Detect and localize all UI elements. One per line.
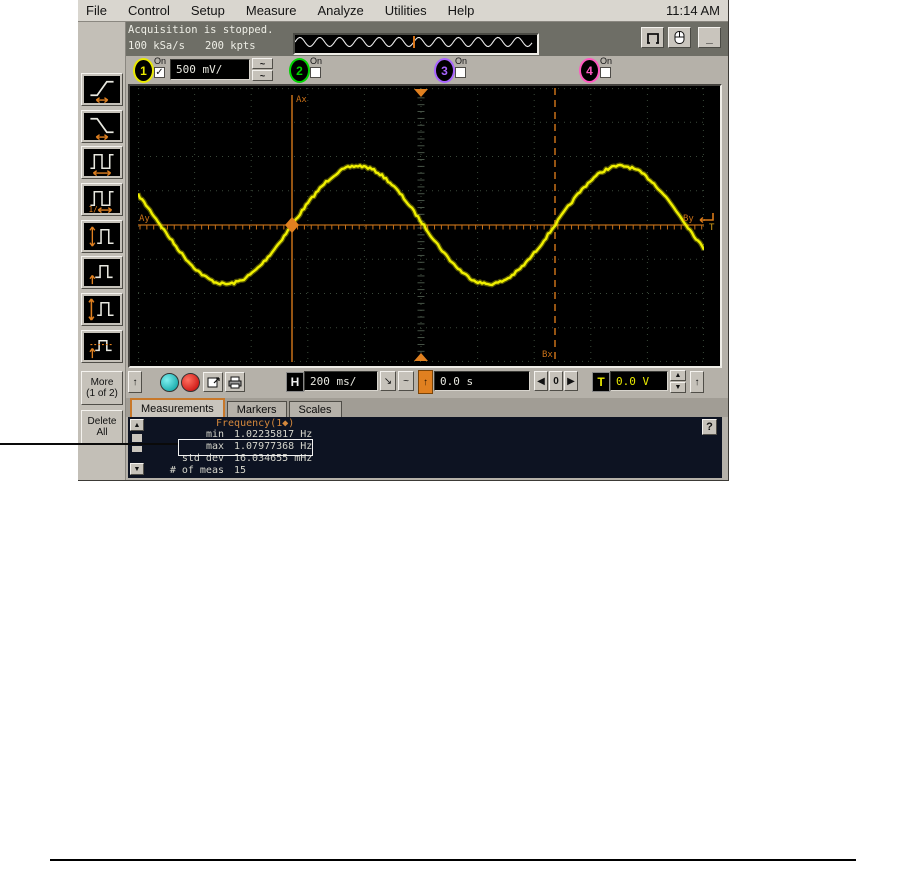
- help-button[interactable]: ?: [702, 419, 717, 435]
- trigger-label: T: [592, 372, 610, 392]
- svg-text:Bx: Bx: [542, 350, 553, 360]
- delay-right-button[interactable]: ▶: [564, 371, 578, 391]
- channel-3-on-label: On: [455, 56, 468, 66]
- frequency-icon: 1/: [84, 186, 120, 213]
- trigger-level-display[interactable]: 0.0 V: [610, 371, 668, 391]
- svg-text:Ax: Ax: [296, 95, 307, 105]
- delay-left-button[interactable]: ◀: [534, 371, 548, 391]
- v-min-icon: [84, 259, 120, 286]
- mouse-mode-button[interactable]: [668, 27, 691, 48]
- trigger-level-up-button[interactable]: ▲: [670, 370, 686, 381]
- sample-rate: 100 kSa/s: [128, 40, 185, 52]
- menu-analyze[interactable]: Analyze: [317, 3, 363, 18]
- more-button[interactable]: More (1 of 2): [81, 371, 123, 405]
- frequency-button[interactable]: 1/: [81, 183, 123, 216]
- pulse-icon: [646, 32, 659, 44]
- print-button[interactable]: [225, 372, 245, 392]
- delay-display[interactable]: 0.0 s: [434, 371, 530, 391]
- v-average-icon: [84, 333, 120, 360]
- channel-2-on-label: On: [310, 56, 323, 66]
- v-amplitude-icon: [84, 223, 120, 250]
- export-icon: [207, 376, 220, 387]
- measurement-title: Frequency(1◆): [216, 418, 295, 429]
- waveform-overview-bar[interactable]: [293, 33, 539, 55]
- svg-text:T: T: [709, 223, 715, 232]
- menu-help[interactable]: Help: [448, 3, 475, 18]
- pulse-width-button[interactable]: [81, 146, 123, 179]
- callout-line: [0, 443, 178, 445]
- expand-up-left-button[interactable]: ↑: [128, 371, 142, 393]
- svg-text:1/: 1/: [89, 205, 99, 213]
- horizontal-label: H: [286, 372, 304, 392]
- callout-highlight-box: [178, 439, 313, 456]
- run-button[interactable]: [160, 373, 179, 392]
- printer-icon: [228, 376, 242, 388]
- memory-depth: 200 kpts: [205, 40, 256, 52]
- channel-3-button[interactable]: 3: [434, 58, 455, 83]
- timebase-display[interactable]: 200 ms/: [304, 371, 378, 391]
- menu-bar: File Control Setup Measure Analyze Utili…: [78, 0, 728, 22]
- tab-scales[interactable]: Scales: [288, 401, 342, 417]
- channel-1-scale-down-button[interactable]: ~: [252, 70, 273, 81]
- timebase-fine-button[interactable]: ↘: [380, 371, 396, 391]
- trigger-level-down-button[interactable]: ▼: [670, 382, 686, 393]
- mouse-icon: [674, 31, 685, 44]
- menu-control[interactable]: Control: [128, 3, 170, 18]
- fall-time-button[interactable]: [81, 110, 123, 143]
- rise-time-button[interactable]: [81, 73, 123, 106]
- svg-text:Ay: Ay: [139, 214, 150, 224]
- channel-1-scale-display[interactable]: 500 mV/: [170, 59, 250, 80]
- waveform-display[interactable]: Ax Bx Ay By T: [128, 84, 722, 368]
- channel-1-on-label: On: [154, 56, 167, 66]
- overview-waveform: [294, 36, 533, 48]
- fall-time-icon: [84, 113, 120, 140]
- timebase-coarse-button[interactable]: ~: [398, 371, 414, 391]
- channel-2-on-checkbox[interactable]: [310, 67, 321, 78]
- menu-measure[interactable]: Measure: [246, 3, 297, 18]
- v-peak-peak-button[interactable]: [81, 293, 123, 326]
- tab-markers[interactable]: Markers: [226, 401, 287, 417]
- v-average-button[interactable]: [81, 330, 123, 363]
- v-amplitude-button[interactable]: [81, 220, 123, 253]
- channel-4-button[interactable]: 4: [579, 58, 600, 83]
- export-button[interactable]: [203, 372, 223, 392]
- svg-text:By: By: [683, 214, 694, 224]
- tab-measurements[interactable]: Measurements: [130, 398, 225, 417]
- tab-strip: Measurements Markers Scales: [130, 398, 342, 417]
- delete-all-button[interactable]: Delete All: [81, 410, 123, 444]
- trigger-position-marker[interactable]: ↑: [418, 370, 433, 394]
- acquisition-status: Acquisition is stopped.: [128, 24, 274, 36]
- graticule-and-trace: Ax Bx Ay By: [138, 88, 704, 362]
- trigger-level-indicator-icon[interactable]: T: [696, 210, 718, 232]
- acquisition-mode-button[interactable]: [641, 27, 664, 48]
- v-peak-peak-icon: [84, 296, 120, 323]
- channel-2-button[interactable]: 2: [289, 58, 310, 83]
- channel-3-on-checkbox[interactable]: [455, 67, 466, 78]
- minimize-button[interactable]: _: [698, 27, 721, 48]
- menu-utilities[interactable]: Utilities: [385, 3, 427, 18]
- channel-1-button[interactable]: 1: [133, 58, 154, 83]
- minimize-icon: _: [706, 30, 713, 45]
- page-footer-rule: [50, 859, 856, 861]
- expand-up-right-button[interactable]: ↑: [690, 371, 704, 393]
- oscilloscope-screenshot: File Control Setup Measure Analyze Utili…: [78, 0, 729, 481]
- clock: 11:14 AM: [666, 3, 720, 18]
- stop-button[interactable]: [181, 373, 200, 392]
- rise-time-icon: [84, 76, 120, 103]
- menu-file[interactable]: File: [86, 3, 107, 18]
- menu-setup[interactable]: Setup: [191, 3, 225, 18]
- pulse-width-icon: [84, 149, 120, 176]
- channel-4-on-label: On: [600, 56, 613, 66]
- delay-zero-button[interactable]: 0: [549, 371, 563, 391]
- channel-4-on-checkbox[interactable]: [600, 67, 611, 78]
- document-page: File Control Setup Measure Analyze Utili…: [0, 0, 906, 872]
- channel-1-on-checkbox[interactable]: ✓: [154, 67, 165, 78]
- stat-row-count: # of meas 15: [169, 465, 247, 476]
- channel-1-scale-up-button[interactable]: ~: [252, 58, 273, 69]
- v-min-button[interactable]: [81, 256, 123, 289]
